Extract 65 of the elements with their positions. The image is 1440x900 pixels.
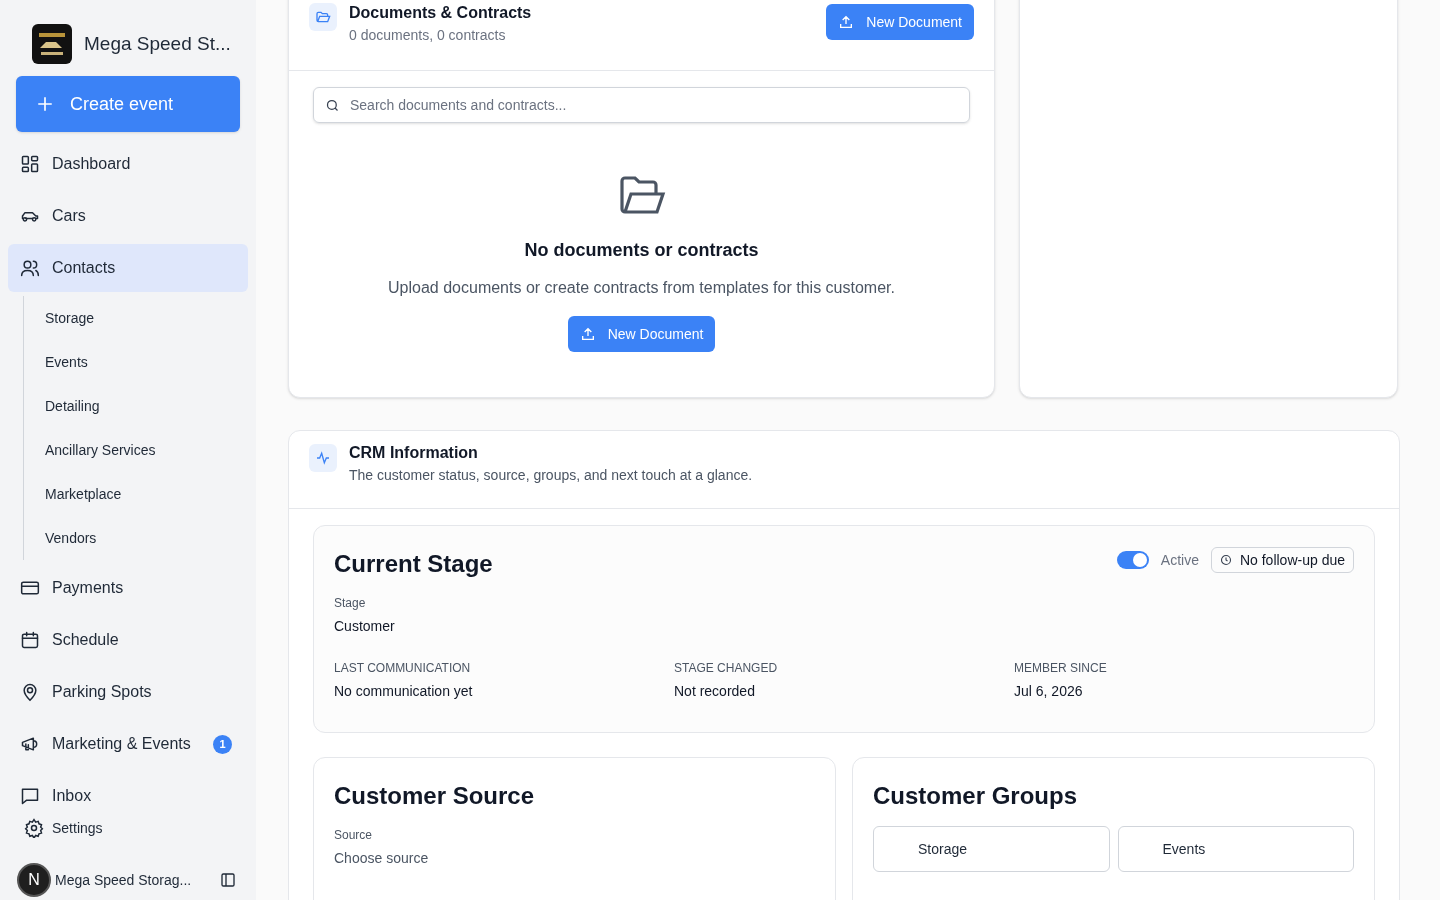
- field-label: Source: [334, 827, 374, 844]
- toggle-label: Active: [1160, 550, 1199, 570]
- sub-nav-item[interactable]: Vendors: [24, 516, 248, 560]
- users-icon: [20, 258, 40, 278]
- sub-nav-item[interactable]: Detailing: [24, 384, 248, 428]
- upload-icon: [579, 326, 596, 342]
- new-document-button[interactable]: New Document: [567, 316, 716, 352]
- nav-item[interactable]: Inbox: [8, 780, 248, 812]
- active-toggle[interactable]: [1116, 551, 1149, 569]
- folder-icon: [309, 3, 337, 31]
- field-label: MEMBER SINCE: [1014, 660, 1108, 677]
- brand-name: Mega Speed St...: [84, 31, 231, 56]
- source-field[interactable]: Choose source: [334, 848, 634, 869]
- map-pin-icon: [20, 682, 40, 702]
- search-icon: [325, 98, 340, 113]
- credit-card-icon: [20, 578, 40, 598]
- field-label: LAST COMMUNICATION: [334, 660, 472, 677]
- settings-icon: [24, 818, 44, 838]
- field-value: Not recorded: [674, 682, 756, 701]
- nav-item[interactable]: Payments: [8, 564, 248, 612]
- card-title: Documents & Contracts: [349, 3, 532, 23]
- folder-icon: [617, 173, 666, 217]
- new-document-button[interactable]: New Document: [826, 4, 974, 40]
- card-subtitle: 0 documents, 0 contracts: [349, 26, 507, 45]
- clock-icon: [1219, 554, 1232, 566]
- megaphone-icon: [20, 734, 40, 754]
- nav-item[interactable]: Cars: [8, 192, 248, 240]
- count-badge: 1: [213, 734, 232, 754]
- field-label: Stage: [334, 595, 367, 612]
- create-event-button[interactable]: Create event: [16, 76, 240, 132]
- sub-nav-item[interactable]: Marketplace: [24, 472, 248, 516]
- calendar-icon: [20, 630, 40, 650]
- field-value: Customer: [334, 617, 396, 636]
- empty-text: Upload documents or create contracts from templates for this customer.: [388, 278, 895, 298]
- follow-up-badge: No follow-up due: [1210, 547, 1354, 573]
- chat-icon: [20, 786, 40, 806]
- nav-item[interactable]: Dashboard: [8, 140, 248, 188]
- card-title: CRM Information: [349, 443, 479, 463]
- field-value: No communication yet: [334, 682, 474, 701]
- brand-logo: [32, 24, 72, 64]
- nav-item[interactable]: Schedule: [8, 616, 248, 664]
- user-avatar[interactable]: N: [17, 863, 51, 897]
- nav-item[interactable]: Parking Spots: [8, 668, 248, 716]
- group-option[interactable]: Storage: [873, 826, 1110, 872]
- field-label: STAGE CHANGED: [674, 660, 779, 677]
- activity-icon: [309, 444, 337, 472]
- upload-icon: [838, 14, 855, 30]
- empty-title: No documents or contracts: [524, 239, 759, 262]
- sub-nav-item[interactable]: Ancillary Services: [24, 428, 248, 472]
- account-name[interactable]: Mega Speed Storag...: [55, 869, 220, 891]
- sub-nav-item[interactable]: Events: [24, 340, 248, 384]
- panel-title: Customer Source: [334, 781, 536, 811]
- settings-link[interactable]: Settings: [8, 816, 248, 840]
- nav-item[interactable]: Marketing & Events 1: [8, 720, 248, 768]
- sub-nav-item[interactable]: Storage: [24, 296, 248, 340]
- dashboard-icon: [20, 154, 40, 174]
- field-value: Jul 6, 2026: [1014, 682, 1084, 701]
- group-option[interactable]: Events: [1117, 826, 1354, 872]
- nav-item[interactable]: Contacts: [8, 244, 248, 292]
- plus-icon: [36, 95, 54, 113]
- sidebar-toggle-icon[interactable]: [220, 872, 236, 888]
- panel-title: Current Stage: [334, 549, 493, 579]
- search-field[interactable]: Search documents and contracts...: [313, 87, 970, 123]
- card-subtitle: The customer status, source, groups, and next touch at a glance.: [349, 466, 753, 485]
- panel-title: Customer Groups: [873, 781, 1079, 811]
